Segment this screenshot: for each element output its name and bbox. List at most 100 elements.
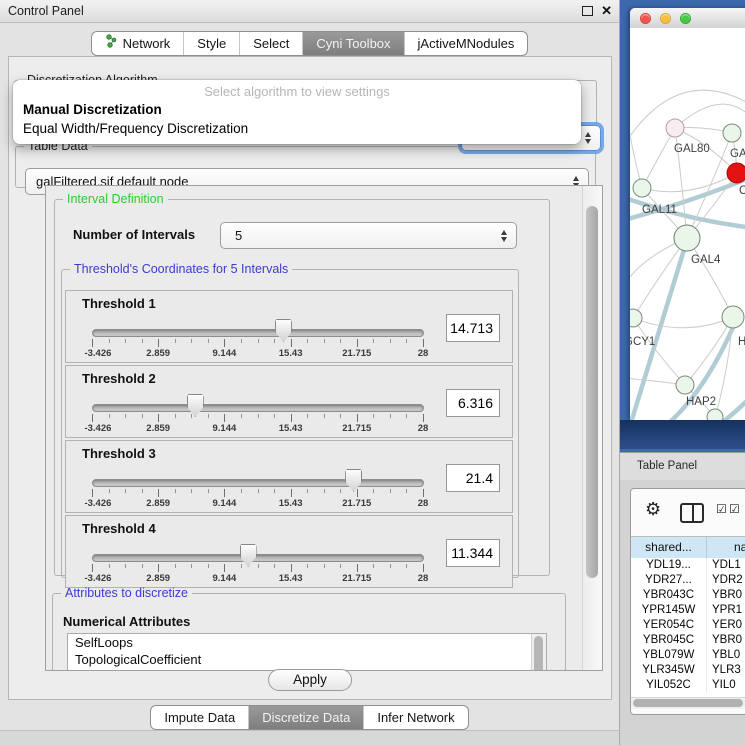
number-of-intervals-combo[interactable]: 5 bbox=[220, 222, 517, 249]
bottom-tab-label: Discretize Data bbox=[262, 706, 350, 729]
threshold-value-field[interactable] bbox=[446, 314, 500, 342]
table-row[interactable]: YER054CYER0 bbox=[631, 618, 745, 633]
tick-label: 9.144 bbox=[213, 498, 237, 509]
network-node[interactable] bbox=[722, 306, 744, 328]
tab-style[interactable]: Style bbox=[183, 32, 239, 55]
network-node[interactable] bbox=[630, 309, 642, 327]
tick-mark bbox=[224, 489, 225, 497]
threshold-panel: Threshold 4-3.4262.8599.14415.4321.71528 bbox=[65, 515, 513, 588]
tick-label: 9.144 bbox=[213, 348, 237, 359]
table-row[interactable]: YIL052CYIL0 bbox=[631, 678, 745, 693]
table-row[interactable]: YDR27...YDR2 bbox=[631, 573, 745, 588]
tab-cyni-toolbox[interactable]: Cyni Toolbox bbox=[302, 32, 403, 55]
tick-mark bbox=[125, 414, 126, 418]
table-row[interactable]: YBR043CYBR0 bbox=[631, 588, 745, 603]
zoom-traffic-light-icon[interactable] bbox=[680, 13, 691, 24]
tick-mark bbox=[158, 339, 159, 347]
tick-mark bbox=[390, 339, 391, 343]
column-header-name[interactable]: na bbox=[707, 537, 745, 559]
threshold-slider-track[interactable] bbox=[92, 404, 424, 412]
tab-strip: Network Style SelectCyni ToolboxjActiveMNo… bbox=[91, 31, 529, 56]
threshold-panel: Threshold 3-3.4262.8599.14415.4321.71528 bbox=[65, 440, 513, 513]
tab-jactivemnodules[interactable]: jActiveMNodules bbox=[404, 32, 528, 55]
tick-mark bbox=[274, 489, 275, 493]
threshold-value-field[interactable] bbox=[446, 539, 500, 567]
close-icon[interactable]: ✕ bbox=[601, 0, 612, 22]
table-row[interactable]: YDL19...YDL1 bbox=[631, 558, 745, 573]
tick-label: -3.426 bbox=[84, 348, 111, 359]
attribute-list-item[interactable]: TopologicalCoefficient bbox=[68, 651, 546, 668]
algorithm-popup-item[interactable]: Manual Discretization bbox=[13, 100, 581, 119]
bottom-tab-impute-data[interactable]: Impute Data bbox=[151, 706, 248, 729]
attributes-list[interactable]: SelfLoopsTopologicalCoefficientBetweenne… bbox=[67, 633, 547, 671]
top-tab-bar: Network Style SelectCyni ToolboxjActiveMNo… bbox=[0, 31, 619, 56]
tick-mark bbox=[208, 489, 209, 493]
network-node[interactable] bbox=[666, 119, 684, 137]
tab-select[interactable]: Select bbox=[239, 32, 302, 55]
table-cell-shared: YBL079W bbox=[631, 648, 707, 663]
tick-mark bbox=[390, 564, 391, 568]
tab-label: Style bbox=[197, 32, 226, 55]
network-edge[interactable] bbox=[642, 128, 675, 188]
table-horizontal-scrollbar[interactable] bbox=[631, 697, 745, 709]
tick-mark bbox=[224, 414, 225, 422]
close-traffic-light-icon[interactable] bbox=[640, 13, 651, 24]
split-columns-icon[interactable] bbox=[680, 503, 704, 523]
tick-mark bbox=[208, 339, 209, 343]
table-row[interactable]: YPR145WYPR1 bbox=[631, 603, 745, 618]
network-node-label: HAP2 bbox=[686, 396, 716, 408]
network-node[interactable] bbox=[723, 124, 741, 142]
control-panel: Control Panel ✕ NetworkStyleSelectCyni T… bbox=[0, 0, 620, 745]
table-row[interactable]: YLR345WYLR3 bbox=[631, 663, 745, 678]
network-window-titlebar[interactable] bbox=[630, 8, 745, 29]
threshold-slider-track[interactable] bbox=[92, 479, 424, 487]
network-edge[interactable] bbox=[633, 317, 733, 328]
slider-tick-labels: -3.4262.8599.14415.4321.71528 bbox=[92, 573, 423, 584]
viewport-scrollbar-thumb[interactable] bbox=[586, 206, 598, 578]
tick-mark bbox=[357, 564, 358, 572]
network-node-label: GCY1 bbox=[630, 336, 655, 348]
gear-icon[interactable]: ⚙ bbox=[645, 499, 661, 519]
checkbox-icon[interactable]: ☑ bbox=[729, 502, 740, 516]
float-window-icon[interactable] bbox=[582, 6, 593, 16]
network-edge-thick[interactable] bbox=[630, 240, 687, 420]
algorithm-popup-item[interactable]: Equal Width/Frequency Discretization bbox=[13, 119, 581, 138]
threshold-slider-track[interactable] bbox=[92, 329, 424, 337]
table-cell-shared: YER054C bbox=[631, 618, 707, 633]
network-edge[interactable] bbox=[630, 98, 642, 188]
tick-label: 9.144 bbox=[213, 423, 237, 434]
attributes-list-scrollbar[interactable] bbox=[531, 634, 546, 671]
network-edge[interactable] bbox=[633, 238, 687, 318]
table-row[interactable]: YBR045CYBR0 bbox=[631, 633, 745, 648]
network-node[interactable] bbox=[676, 376, 694, 394]
tick-mark bbox=[291, 564, 292, 572]
table-hscrollbar-thumb[interactable] bbox=[633, 699, 743, 707]
threshold-value-field[interactable] bbox=[446, 389, 500, 417]
apply-button[interactable]: Apply bbox=[268, 669, 352, 691]
tab-network[interactable]: Network bbox=[92, 32, 184, 55]
network-canvas[interactable]: GAL80GACGAL11GAL4GCY1HHAP2 bbox=[630, 28, 745, 420]
table-row[interactable]: YBL079WYBL0 bbox=[631, 648, 745, 663]
bottom-tab-discretize-data[interactable]: Discretize Data bbox=[248, 706, 363, 729]
tick-mark bbox=[191, 564, 192, 568]
network-edge[interactable] bbox=[687, 238, 733, 317]
slider-ticks bbox=[92, 339, 423, 348]
attribute-list-item[interactable]: SelfLoops bbox=[68, 634, 546, 651]
tick-mark bbox=[224, 339, 225, 347]
network-node[interactable] bbox=[727, 163, 745, 183]
minimize-traffic-light-icon[interactable] bbox=[660, 13, 671, 24]
tick-mark bbox=[357, 414, 358, 422]
network-node[interactable] bbox=[707, 409, 723, 420]
tick-mark bbox=[241, 339, 242, 343]
column-header-shared[interactable]: shared... bbox=[631, 537, 707, 559]
threshold-slider-track[interactable] bbox=[92, 554, 424, 562]
viewport-scrollbar[interactable] bbox=[582, 186, 602, 670]
threshold-value-field[interactable] bbox=[446, 464, 500, 492]
network-node[interactable] bbox=[633, 179, 651, 197]
tick-mark bbox=[109, 414, 110, 418]
bottom-tab-infer-network[interactable]: Infer Network bbox=[363, 706, 467, 729]
checkbox-icon[interactable]: ☑ bbox=[716, 502, 727, 516]
network-node[interactable] bbox=[674, 225, 700, 251]
table-window: ⚙ ☑ ☑ shared... na YDL19...YDL1YDR27...Y… bbox=[630, 488, 745, 715]
tick-mark bbox=[423, 564, 424, 572]
